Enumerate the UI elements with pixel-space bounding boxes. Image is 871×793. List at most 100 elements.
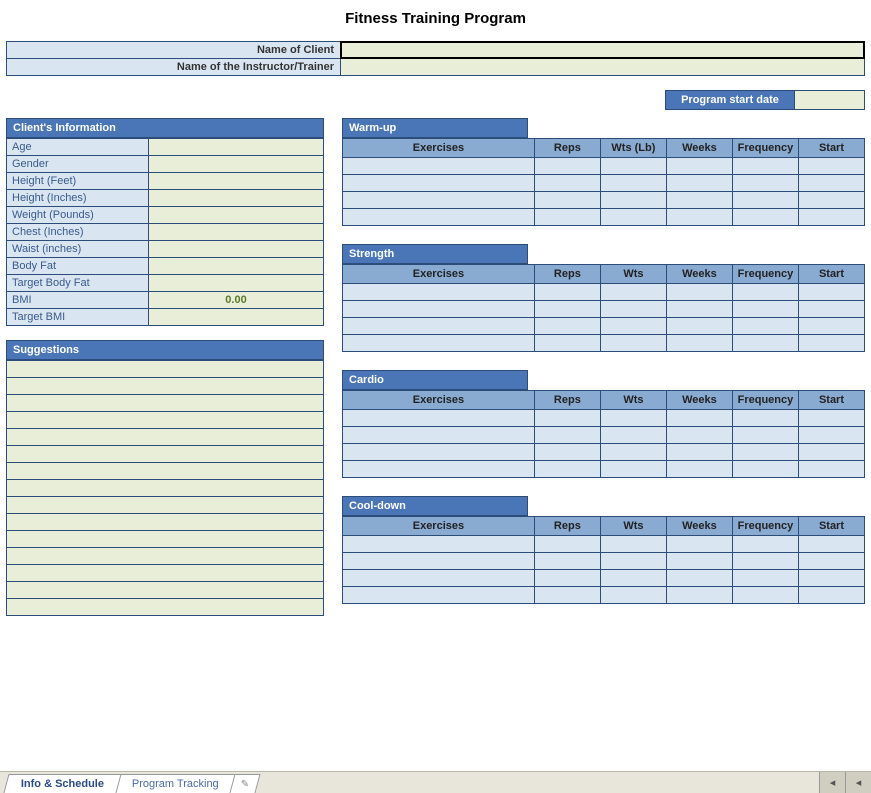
exercise-cell[interactable] (343, 536, 535, 553)
exercise-cell[interactable] (343, 553, 535, 570)
exercise-cell[interactable] (666, 175, 732, 192)
exercise-cell[interactable] (798, 209, 864, 226)
exercise-cell[interactable] (666, 427, 732, 444)
exercise-cell[interactable] (732, 158, 798, 175)
client-info-value[interactable] (149, 156, 324, 173)
suggestion-cell[interactable] (7, 582, 324, 599)
tab-info-schedule[interactable]: Info & Schedule (3, 774, 121, 793)
exercise-cell[interactable] (798, 553, 864, 570)
exercise-cell[interactable] (343, 587, 535, 604)
suggestion-cell[interactable] (7, 378, 324, 395)
client-info-value[interactable]: 0.00 (149, 292, 324, 309)
exercise-cell[interactable] (343, 444, 535, 461)
exercise-cell[interactable] (798, 192, 864, 209)
exercise-cell[interactable] (343, 461, 535, 478)
client-info-value[interactable] (149, 173, 324, 190)
exercise-cell[interactable] (732, 209, 798, 226)
exercise-cell[interactable] (534, 318, 600, 335)
exercise-cell[interactable] (666, 335, 732, 352)
exercise-cell[interactable] (600, 301, 666, 318)
suggestion-cell[interactable] (7, 412, 324, 429)
exercise-cell[interactable] (732, 461, 798, 478)
client-info-value[interactable] (149, 190, 324, 207)
exercise-cell[interactable] (534, 444, 600, 461)
client-info-value[interactable] (149, 309, 324, 326)
exercise-cell[interactable] (732, 570, 798, 587)
exercise-cell[interactable] (600, 209, 666, 226)
exercise-cell[interactable] (343, 175, 535, 192)
program-start-input[interactable] (795, 90, 865, 110)
suggestion-cell[interactable] (7, 548, 324, 565)
exercise-cell[interactable] (732, 427, 798, 444)
exercise-cell[interactable] (600, 335, 666, 352)
suggestion-cell[interactable] (7, 480, 324, 497)
exercise-cell[interactable] (732, 192, 798, 209)
suggestion-cell[interactable] (7, 463, 324, 480)
exercise-cell[interactable] (600, 587, 666, 604)
exercise-cell[interactable] (798, 335, 864, 352)
exercise-cell[interactable] (666, 284, 732, 301)
scroll-left-button[interactable]: ◂ (845, 772, 871, 793)
new-sheet-button[interactable]: ✎ (229, 774, 260, 793)
exercise-cell[interactable] (534, 587, 600, 604)
exercise-cell[interactable] (666, 553, 732, 570)
exercise-cell[interactable] (798, 536, 864, 553)
exercise-cell[interactable] (600, 192, 666, 209)
exercise-cell[interactable] (798, 158, 864, 175)
exercise-cell[interactable] (732, 284, 798, 301)
exercise-cell[interactable] (600, 444, 666, 461)
exercise-cell[interactable] (600, 427, 666, 444)
exercise-cell[interactable] (732, 175, 798, 192)
exercise-cell[interactable] (600, 284, 666, 301)
client-info-value[interactable] (149, 258, 324, 275)
client-name-input[interactable] (341, 42, 864, 58)
exercise-cell[interactable] (343, 192, 535, 209)
tab-program-tracking[interactable]: Program Tracking (115, 774, 237, 793)
exercise-cell[interactable] (798, 410, 864, 427)
exercise-cell[interactable] (600, 461, 666, 478)
exercise-cell[interactable] (798, 284, 864, 301)
exercise-cell[interactable] (666, 444, 732, 461)
suggestion-cell[interactable] (7, 531, 324, 548)
client-info-value[interactable] (149, 224, 324, 241)
exercise-cell[interactable] (798, 301, 864, 318)
client-info-value[interactable] (149, 207, 324, 224)
exercise-cell[interactable] (732, 444, 798, 461)
exercise-cell[interactable] (534, 536, 600, 553)
exercise-cell[interactable] (534, 553, 600, 570)
exercise-cell[interactable] (732, 335, 798, 352)
exercise-cell[interactable] (600, 175, 666, 192)
exercise-cell[interactable] (534, 301, 600, 318)
trainer-name-input[interactable] (341, 59, 864, 75)
exercise-cell[interactable] (343, 284, 535, 301)
exercise-cell[interactable] (666, 461, 732, 478)
suggestion-cell[interactable] (7, 565, 324, 582)
exercise-cell[interactable] (534, 461, 600, 478)
exercise-cell[interactable] (732, 410, 798, 427)
exercise-cell[interactable] (666, 209, 732, 226)
exercise-cell[interactable] (343, 158, 535, 175)
exercise-cell[interactable] (798, 461, 864, 478)
exercise-cell[interactable] (798, 587, 864, 604)
exercise-cell[interactable] (343, 301, 535, 318)
client-info-value[interactable] (149, 241, 324, 258)
exercise-cell[interactable] (666, 318, 732, 335)
exercise-cell[interactable] (798, 570, 864, 587)
exercise-cell[interactable] (666, 570, 732, 587)
exercise-cell[interactable] (534, 570, 600, 587)
exercise-cell[interactable] (732, 553, 798, 570)
exercise-cell[interactable] (732, 301, 798, 318)
exercise-cell[interactable] (343, 318, 535, 335)
exercise-cell[interactable] (343, 209, 535, 226)
exercise-cell[interactable] (732, 536, 798, 553)
suggestion-cell[interactable] (7, 599, 324, 616)
exercise-cell[interactable] (343, 570, 535, 587)
exercise-cell[interactable] (732, 318, 798, 335)
exercise-cell[interactable] (534, 427, 600, 444)
suggestion-cell[interactable] (7, 446, 324, 463)
suggestion-cell[interactable] (7, 361, 324, 378)
exercise-cell[interactable] (666, 587, 732, 604)
exercise-cell[interactable] (534, 335, 600, 352)
exercise-cell[interactable] (534, 209, 600, 226)
exercise-cell[interactable] (343, 335, 535, 352)
